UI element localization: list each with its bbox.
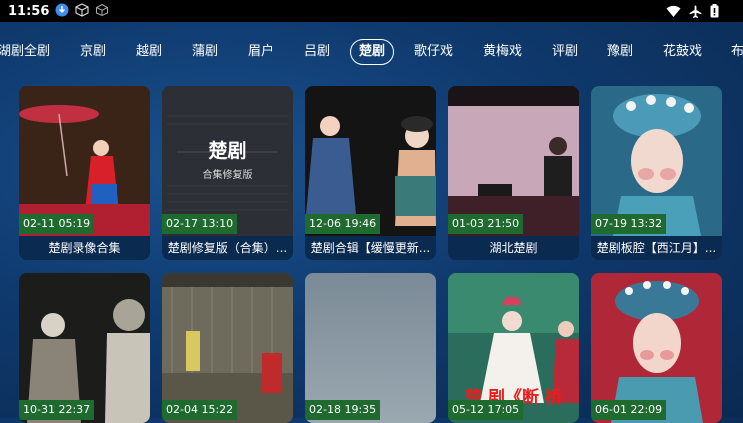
date-badge: 06-01 22:09 <box>591 400 667 420</box>
date-badge: 01-03 21:50 <box>448 214 524 234</box>
date-badge: 07-19 13:32 <box>591 214 667 234</box>
tab-yueju[interactable]: 越剧 <box>136 39 162 65</box>
airplane-icon <box>689 3 702 22</box>
video-card[interactable]: 02-11 05:19 楚剧录像合集 <box>19 86 150 260</box>
video-title: 楚剧合辑【缓慢更新... <box>305 236 436 260</box>
video-title: 楚剧修复版（合集）... <box>162 236 293 260</box>
video-card[interactable]: 楚剧 合集修复版 02-17 13:10 楚剧修复版（合集）... <box>162 86 293 260</box>
video-card[interactable]: 楚 剧《断 桥 05-12 17:05 <box>448 273 579 423</box>
video-title: 湖北楚剧 <box>448 236 579 260</box>
video-title: 楚剧录像合集 <box>19 236 150 260</box>
tab-pingju[interactable]: 评剧 <box>552 39 578 65</box>
video-card[interactable]: 10-31 22:37 <box>19 273 150 423</box>
tab-huaguxi[interactable]: 花鼓戏 <box>663 39 702 65</box>
tab-lvju[interactable]: 吕剧 <box>304 39 330 65</box>
poster-title: 楚剧 <box>208 140 247 162</box>
download-icon <box>55 2 69 21</box>
tab-gezaixi[interactable]: 歌仔戏 <box>414 39 453 65</box>
tab-bu[interactable]: 布 <box>731 39 743 65</box>
tab-huangmeixi[interactable]: 黄梅戏 <box>483 39 522 65</box>
cube-outline-icon <box>95 2 109 21</box>
video-card[interactable]: 07-19 13:32 楚剧板腔【西江月】... <box>591 86 722 260</box>
tab-puju[interactable]: 蒲剧 <box>192 39 218 65</box>
video-card[interactable]: 01-03 21:50 湖北楚剧 <box>448 86 579 260</box>
video-card[interactable]: 02-18 19:35 <box>305 273 436 423</box>
date-badge: 02-18 19:35 <box>305 400 381 420</box>
tab-yuju[interactable]: 豫剧 <box>607 39 633 65</box>
battery-icon <box>710 3 719 22</box>
date-badge: 05-12 17:05 <box>448 400 524 420</box>
date-badge: 02-17 13:10 <box>162 214 238 234</box>
date-badge: 02-04 15:22 <box>162 400 238 420</box>
wifi-icon <box>666 3 681 22</box>
video-card[interactable]: 06-01 22:09 <box>591 273 722 423</box>
poster-subtitle: 合集修复版 <box>202 170 253 181</box>
tab-jingju[interactable]: 京剧 <box>80 39 106 65</box>
category-tabs: 湖剧全剧 京剧 越剧 蒲剧 眉户 吕剧 楚剧 歌仔戏 黄梅戏 评剧 豫剧 花鼓戏… <box>0 36 743 70</box>
tab-chuju[interactable]: 楚剧 <box>350 39 395 65</box>
video-card[interactable]: 12-06 19:46 楚剧合辑【缓慢更新... <box>305 86 436 260</box>
tab-all[interactable]: 湖剧全剧 <box>0 39 50 65</box>
tab-meihu[interactable]: 眉户 <box>248 39 274 65</box>
cube-icon <box>75 2 89 21</box>
video-card[interactable]: 02-04 15:22 <box>162 273 293 423</box>
date-badge: 02-11 05:19 <box>19 214 95 234</box>
date-badge: 12-06 19:46 <box>305 214 381 234</box>
video-title: 楚剧板腔【西江月】... <box>591 236 722 260</box>
date-badge: 10-31 22:37 <box>19 400 95 420</box>
status-bar: 11:56 <box>0 0 743 22</box>
status-time: 11:56 <box>8 3 50 19</box>
